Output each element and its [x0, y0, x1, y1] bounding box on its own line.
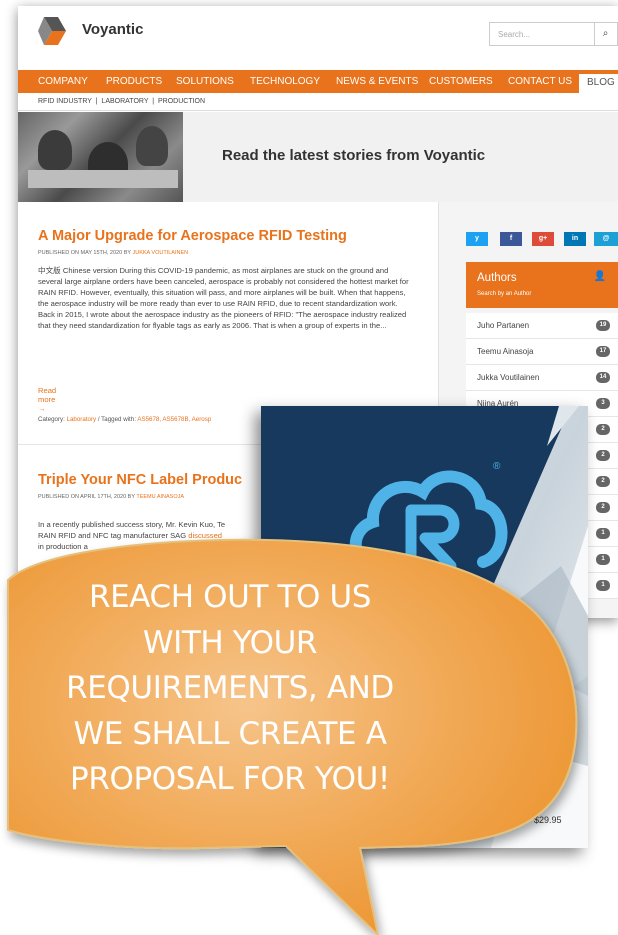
callout-line: WE SHALL CREATE A [73, 715, 387, 752]
post-category: Category: Laboratory / Tagged with: AS56… [38, 416, 211, 423]
post-excerpt-line: in production a [38, 542, 88, 551]
callout-line: WITH YOUR [142, 624, 318, 661]
author-count-badge: 2 [596, 424, 610, 435]
subnav-separator: | [150, 98, 158, 105]
read-more-link[interactable]: Read more → [38, 386, 56, 413]
author-name: Juho Partanen [477, 321, 530, 330]
trademark-symbol: ® [493, 461, 501, 472]
author-count-badge: 1 [596, 554, 610, 565]
post-author-link[interactable]: TEEMU AINASOJA [136, 494, 184, 500]
author-count-badge: 2 [596, 476, 610, 487]
post-author-link[interactable]: JUKKA VOUTILAINEN [132, 250, 188, 256]
author-count-badge: 19 [596, 320, 610, 331]
header: Voyantic Search... ⌕ [18, 6, 618, 70]
hero-title: Read the latest stories from Voyantic [222, 147, 486, 164]
email-icon[interactable]: @ [594, 232, 618, 246]
tags-label: / Tagged with: [96, 416, 138, 423]
brand-name[interactable]: Voyantic [82, 21, 143, 38]
facebook-icon[interactable]: f [500, 232, 522, 246]
author-count-badge: 17 [596, 346, 610, 357]
post-meta: PUBLISHED ON MAY 15TH, 2020 BY JUKKA VOU… [38, 250, 188, 256]
tags-links[interactable]: AS5678, AS5678B, Aerosp [137, 416, 211, 423]
user-icon: 👤 [593, 271, 606, 282]
post-title[interactable]: A Major Upgrade for Aerospace RFID Testi… [38, 228, 347, 244]
author-row[interactable]: Teemu Ainasoja 17 [466, 339, 618, 365]
rfid-cloud-icon [349, 470, 508, 574]
authors-title: Authors [477, 272, 517, 284]
nav-contact-us[interactable]: CONTACT US [508, 76, 572, 87]
callout-line: REQUIREMENTS, AND [66, 670, 394, 706]
nav-technology[interactable]: TECHNOLOGY [250, 76, 320, 87]
callout-line: PROPOSAL FOR YOU! [70, 761, 390, 797]
voyantic-logo-icon[interactable] [38, 15, 72, 47]
excerpt-text: RAIN RFID and NFC tag manufacturer SAG [38, 531, 189, 540]
nav-products[interactable]: PRODUCTS [106, 76, 162, 87]
author-count-badge: 1 [596, 528, 610, 539]
product-price: $29.95 [534, 815, 562, 825]
nav-news-events[interactable]: NEWS & EVENTS [336, 76, 418, 87]
nav-customers[interactable]: CUSTOMERS [429, 76, 493, 87]
sub-nav: RFID INDUSTRY | LABORATORY | PRODUCTION [18, 93, 618, 111]
authors-header: Authors Search by an Author 👤 [466, 262, 618, 308]
author-name: Jukka Voutilainen [477, 373, 540, 382]
subnav-production[interactable]: PRODUCTION [158, 98, 205, 105]
hero-banner: Read the latest stories from Voyantic [18, 112, 618, 202]
post-date: PUBLISHED ON APRIL 17TH, 2020 BY [38, 494, 137, 500]
subnav-laboratory[interactable]: LABORATORY [101, 98, 148, 105]
post-title[interactable]: Triple Your NFC Label Produc [38, 472, 242, 488]
nav-solutions[interactable]: SOLUTIONS [176, 76, 234, 87]
author-count-badge: 3 [596, 398, 610, 409]
hero-photo [18, 112, 183, 202]
category-link[interactable]: Laboratory [67, 416, 97, 423]
nav-company[interactable]: COMPANY [38, 76, 88, 87]
author-count-badge: 1 [596, 580, 610, 591]
post-excerpt-line: RAIN RFID and NFC tag manufacturer SAG d… [38, 530, 278, 541]
discussed-link[interactable]: discussed [188, 531, 222, 540]
post-excerpt: In a recently published success story, M… [38, 520, 226, 529]
author-name: Teemu Ainasoja [477, 347, 534, 356]
author-row[interactable]: Jukka Voutilainen 14 [466, 365, 618, 391]
author-row[interactable]: Juho Partanen 19 [466, 313, 618, 339]
author-count-badge: 2 [596, 450, 610, 461]
callout-text: REACH OUT TO US WITH YOUR REQUIREMENTS, … [10, 575, 450, 803]
search-icon[interactable]: ⌕ [594, 22, 618, 46]
twitter-icon[interactable]: y [466, 232, 488, 246]
post-excerpt: 中文版 Chinese version During this COVID-19… [38, 266, 409, 330]
post-meta: PUBLISHED ON APRIL 17TH, 2020 BY TEEMU A… [38, 494, 184, 500]
post-date: PUBLISHED ON MAY 15TH, 2020 BY [38, 250, 133, 256]
callout-line: REACH OUT TO US [88, 579, 372, 615]
subnav-rfid-industry[interactable]: RFID INDUSTRY [38, 98, 92, 105]
search-input[interactable]: Search... [489, 22, 595, 46]
nav-blog-active[interactable]: BLOG [579, 74, 618, 93]
main-nav: COMPANY PRODUCTS SOLUTIONS TECHNOLOGY NE… [18, 70, 618, 93]
authors-subtitle: Search by an Author [477, 291, 532, 297]
category-label: Category: [38, 416, 67, 423]
author-count-badge: 14 [596, 372, 610, 383]
linkedin-icon[interactable]: in [564, 232, 586, 246]
author-count-badge: 2 [596, 502, 610, 513]
google-plus-icon[interactable]: g+ [532, 232, 554, 246]
